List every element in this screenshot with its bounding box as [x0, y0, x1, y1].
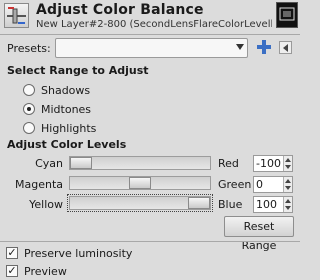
magenta-label: Magenta — [14, 178, 63, 191]
dialog-title: Adjust Color Balance — [36, 2, 204, 18]
cyan-label: Cyan — [35, 157, 63, 170]
radio-shadows[interactable]: Shadows — [23, 82, 90, 98]
yellow-blue-slider[interactable] — [67, 194, 213, 212]
green-label: Green — [218, 178, 252, 191]
check-icon: ✓ — [6, 264, 18, 277]
blue-label: Blue — [218, 198, 243, 211]
radio-label: Midtones — [41, 102, 92, 116]
check-icon: ✓ — [6, 246, 18, 259]
dialog-subtitle: New Layer#2-800 (SecondLensFlareColorLev… — [36, 19, 272, 30]
radio-label: Shadows — [41, 83, 91, 97]
reset-range-button[interactable]: Reset Range — [224, 216, 294, 252]
arrow-down-icon — [285, 165, 291, 169]
arrow-up-icon — [285, 199, 291, 203]
radio-midtones[interactable]: Midtones — [23, 101, 91, 117]
presets-label: Presets: — [7, 42, 51, 55]
levels-heading: Adjust Color Levels — [7, 138, 127, 151]
spin-value: 0 — [256, 178, 263, 191]
cyan-red-spinbutton[interactable]: -100 — [253, 155, 293, 172]
magenta-green-slider[interactable] — [69, 176, 211, 190]
radio-indicator — [23, 122, 35, 134]
arrow-down-icon — [285, 206, 291, 210]
color-balance-icon — [4, 3, 29, 28]
yellow-blue-spinbutton[interactable]: 100 — [253, 196, 293, 213]
radio-indicator — [23, 103, 35, 115]
range-heading: Select Range to Adjust — [7, 64, 149, 77]
radio-highlights[interactable]: Highlights — [23, 120, 96, 136]
menu-icon[interactable] — [279, 41, 292, 54]
arrow-down-icon — [285, 186, 291, 190]
slider-thumb[interactable] — [70, 157, 92, 169]
arrow-up-icon — [285, 158, 291, 162]
preview-checkbox[interactable]: ✓ Preview — [6, 263, 67, 279]
spin-value: 100 — [256, 198, 277, 211]
checkbox-label: Preview — [24, 264, 67, 278]
arrow-up-icon — [285, 179, 291, 183]
radio-label: Highlights — [41, 121, 97, 135]
cyan-red-slider[interactable] — [69, 156, 211, 170]
radio-indicator — [23, 84, 35, 96]
spin-buttons[interactable] — [283, 177, 292, 192]
slider-thumb[interactable] — [129, 177, 151, 189]
spin-value: -100 — [256, 157, 281, 170]
spin-buttons[interactable] — [283, 156, 292, 171]
layer-thumbnail — [276, 2, 298, 28]
options-separator — [0, 241, 300, 242]
presets-combo[interactable] — [55, 38, 248, 58]
header-separator — [0, 34, 300, 35]
chevron-down-icon — [236, 44, 244, 50]
spin-buttons[interactable] — [283, 197, 292, 212]
red-label: Red — [218, 157, 239, 170]
dialog-header: Adjust Color Balance New Layer#2-800 (Se… — [0, 0, 300, 34]
checkbox-label: Preserve luminosity — [24, 246, 133, 260]
preserve-luminosity-checkbox[interactable]: ✓ Preserve luminosity — [6, 245, 132, 261]
slider-thumb[interactable] — [188, 197, 210, 209]
magenta-green-spinbutton[interactable]: 0 — [253, 176, 293, 193]
yellow-label: Yellow — [29, 198, 63, 211]
plus-icon[interactable] — [256, 39, 272, 55]
